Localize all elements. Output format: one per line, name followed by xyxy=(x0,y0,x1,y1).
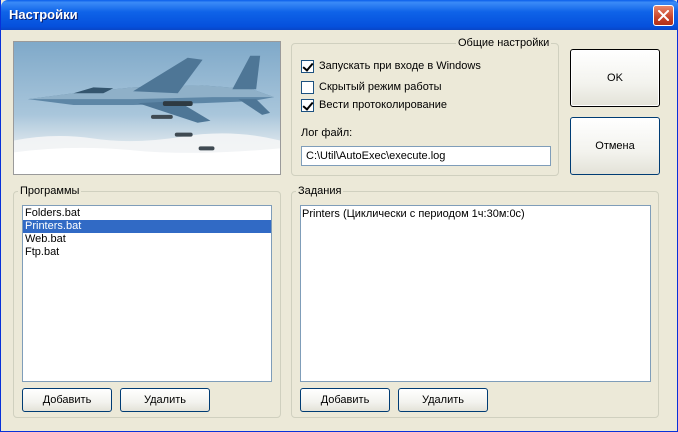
hidden-mode-option[interactable]: Скрытый режим работы xyxy=(301,80,442,94)
title-bar[interactable]: Настройки xyxy=(1,0,678,30)
general-settings-legend: Общие настройки xyxy=(458,37,550,49)
log-file-label: Лог файл: xyxy=(301,127,353,139)
list-item[interactable]: Printers (Циклически с периодом 1ч:30м:0… xyxy=(301,208,650,221)
list-item[interactable]: Folders.bat xyxy=(23,207,271,220)
autostart-label: Запускать при входе в Windows xyxy=(319,60,481,72)
logging-option[interactable]: Вести протоколирование xyxy=(301,98,447,112)
remove-program-button[interactable]: Удалить xyxy=(120,388,210,412)
autostart-option[interactable]: Запускать при входе в Windows xyxy=(301,59,481,73)
logging-checkbox[interactable] xyxy=(301,98,314,112)
window-title: Настройки xyxy=(9,7,78,22)
log-file-input[interactable]: C:\Util\AutoExec\execute.log xyxy=(301,146,551,166)
ok-button[interactable]: OK xyxy=(570,49,660,107)
close-icon xyxy=(658,10,669,21)
add-task-button[interactable]: Добавить xyxy=(300,388,390,412)
hidden-mode-checkbox[interactable] xyxy=(301,80,314,94)
fighter-jet-photo xyxy=(13,41,281,175)
programs-legend: Программы xyxy=(20,185,80,197)
programs-list[interactable]: Folders.bat Printers.bat Web.bat Ftp.bat xyxy=(22,205,272,382)
close-button[interactable] xyxy=(653,5,674,26)
list-item[interactable]: Ftp.bat xyxy=(23,246,271,259)
autostart-checkbox[interactable] xyxy=(301,59,314,73)
list-item[interactable]: Web.bat xyxy=(23,233,271,246)
hidden-mode-label: Скрытый режим работы xyxy=(319,81,442,93)
logging-label: Вести протоколирование xyxy=(319,99,447,111)
list-item[interactable]: Printers.bat xyxy=(23,220,271,233)
cancel-button[interactable]: Отмена xyxy=(570,117,660,175)
add-program-button[interactable]: Добавить xyxy=(22,388,112,412)
tasks-list[interactable]: Printers (Циклически с периодом 1ч:30м:0… xyxy=(300,205,651,382)
tasks-legend: Задания xyxy=(298,185,342,197)
remove-task-button[interactable]: Удалить xyxy=(398,388,488,412)
